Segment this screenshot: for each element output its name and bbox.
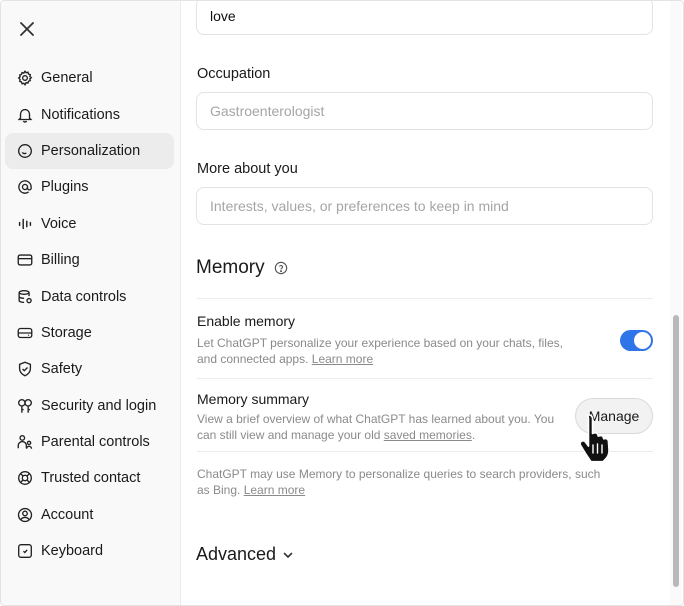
settings-dialog: General Notifications Personalization Pl… xyxy=(0,0,684,606)
enable-memory-desc-text: Let ChatGPT personalize your experience … xyxy=(197,336,563,366)
key-icon xyxy=(15,396,35,416)
lifebuoy-icon xyxy=(15,468,35,488)
sidebar-item-account[interactable]: Account xyxy=(5,497,174,533)
close-button[interactable] xyxy=(15,17,39,41)
sidebar-item-keyboard[interactable]: Keyboard xyxy=(5,533,174,569)
advanced-label: Advanced xyxy=(196,544,277,564)
saved-memories-link[interactable]: saved memories xyxy=(384,428,472,442)
personalization-panel: love Occupation Gastroenterologist More … xyxy=(182,1,672,605)
sidebar-item-storage[interactable]: Storage xyxy=(5,315,174,351)
sidebar-item-label: Voice xyxy=(41,215,77,232)
divider xyxy=(197,451,653,452)
at-icon xyxy=(15,177,35,197)
enable-memory-title: Enable memory xyxy=(197,313,296,329)
top-field-value: love xyxy=(210,8,236,24)
sidebar-item-label: Account xyxy=(41,506,94,523)
sidebar-item-label: Safety xyxy=(41,361,83,378)
database-icon xyxy=(15,287,35,307)
gear-icon xyxy=(15,68,35,88)
sidebar-item-label: Storage xyxy=(41,324,92,341)
divider xyxy=(197,298,653,299)
settings-sidebar: General Notifications Personalization Pl… xyxy=(1,1,181,605)
sidebar-item-data-controls[interactable]: Data controls xyxy=(5,278,174,314)
close-icon xyxy=(20,22,34,36)
occupation-input[interactable]: Gastroenterologist xyxy=(196,92,653,130)
chevron-down-icon xyxy=(283,552,293,558)
sidebar-item-label: General xyxy=(41,70,93,87)
sidebar-item-parental-controls[interactable]: Parental controls xyxy=(5,424,174,460)
manage-button[interactable]: Manage xyxy=(575,398,653,434)
memory-summary-desc-text: View a brief overview of what ChatGPT ha… xyxy=(197,412,555,442)
sidebar-item-label: Security and login xyxy=(41,397,157,414)
memory-summary-title: Memory summary xyxy=(197,391,310,407)
bell-icon xyxy=(15,105,35,125)
more-about-placeholder: Interests, values, or preferences to kee… xyxy=(210,198,509,214)
enable-memory-desc: Let ChatGPT personalize your experience … xyxy=(197,335,577,367)
sidebar-item-label: Billing xyxy=(41,252,80,269)
help-icon[interactable] xyxy=(274,261,288,275)
memory-heading-text: Memory xyxy=(196,257,265,278)
sidebar-item-voice[interactable]: Voice xyxy=(5,206,174,242)
occupation-placeholder: Gastroenterologist xyxy=(210,103,325,119)
sidebar-item-label: Parental controls xyxy=(41,434,150,451)
divider xyxy=(197,378,653,379)
keyboard-icon xyxy=(15,541,35,561)
search-note: ChatGPT may use Memory to personalize qu… xyxy=(197,466,602,498)
memory-summary-desc: View a brief overview of what ChatGPT ha… xyxy=(197,411,562,443)
sidebar-item-plugins[interactable]: Plugins xyxy=(5,169,174,205)
credit-card-icon xyxy=(15,250,35,270)
learn-more-link-search[interactable]: Learn more xyxy=(244,483,305,497)
sidebar-item-label: Keyboard xyxy=(41,543,104,560)
occupation-label: Occupation xyxy=(197,66,271,82)
advanced-toggle[interactable]: Advanced xyxy=(196,544,294,565)
scrollbar-thumb[interactable] xyxy=(673,315,679,587)
sidebar-item-notifications[interactable]: Notifications xyxy=(5,96,174,132)
memory-summary-desc-end: . xyxy=(471,428,476,442)
sidebar-item-safety[interactable]: Safety xyxy=(5,351,174,387)
sidebar-item-personalization[interactable]: Personalization xyxy=(5,132,174,170)
hard-drive-icon xyxy=(15,323,35,343)
top-field-input[interactable]: love xyxy=(196,1,653,35)
sidebar-item-label: Trusted contact xyxy=(41,470,141,487)
personalization-icon xyxy=(15,141,35,161)
memory-heading: Memory xyxy=(196,257,288,279)
main-scrollbar[interactable] xyxy=(670,1,682,605)
more-about-label: More about you xyxy=(197,161,298,177)
settings-nav: General Notifications Personalization Pl… xyxy=(5,60,174,569)
sidebar-item-general[interactable]: General xyxy=(5,60,174,96)
sidebar-item-label: Data controls xyxy=(41,288,127,305)
sidebar-item-trusted-contact[interactable]: Trusted contact xyxy=(5,460,174,496)
sidebar-item-label: Personalization xyxy=(41,142,141,159)
learn-more-link[interactable]: Learn more xyxy=(312,352,373,366)
toggle-knob xyxy=(634,332,651,349)
sidebar-item-security-and-login[interactable]: Security and login xyxy=(5,388,174,424)
parent-icon xyxy=(15,432,35,452)
waveform-icon xyxy=(15,214,35,234)
more-about-input[interactable]: Interests, values, or preferences to kee… xyxy=(196,187,653,225)
sidebar-item-label: Notifications xyxy=(41,106,120,123)
sidebar-item-label: Plugins xyxy=(41,179,89,196)
enable-memory-toggle[interactable] xyxy=(620,330,653,351)
user-circle-icon xyxy=(15,505,35,525)
sidebar-item-billing[interactable]: Billing xyxy=(5,242,174,278)
shield-icon xyxy=(15,359,35,379)
